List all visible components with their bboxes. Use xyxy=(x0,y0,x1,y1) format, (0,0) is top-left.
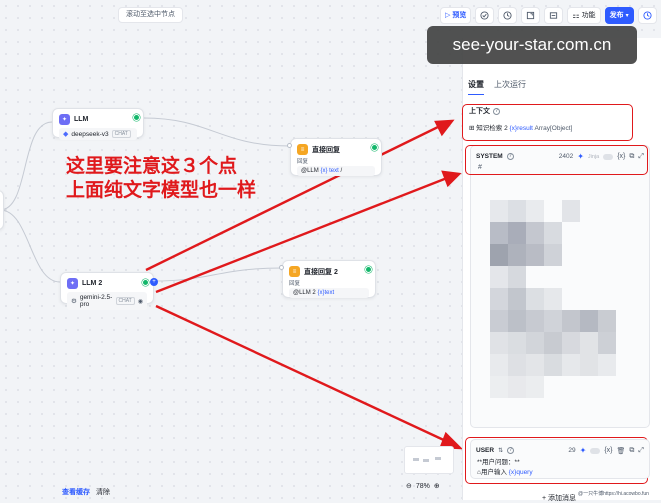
red-annotation-text: 这里要注意这３个点 上面纯文字模型也一样 xyxy=(66,155,257,201)
model-selector[interactable]: ⚙ gemini-2.5-pro CHAT ◉ xyxy=(67,292,147,310)
insert-variable-icon[interactable]: {x} xyxy=(604,447,612,454)
deepseek-icon: ◆ xyxy=(63,131,69,138)
ai-generate-icon[interactable]: ✦ xyxy=(580,446,587,455)
context-title: 上下文 xyxy=(469,108,490,115)
footer-watermark: @一只牛博https://hi.acowbo.fun xyxy=(578,491,649,497)
publish-button[interactable]: 发布 ▾ xyxy=(604,6,634,24)
help-icon[interactable]: ? xyxy=(493,107,500,115)
zoom-in-icon[interactable]: ⊕ xyxy=(434,482,440,490)
system-highlight-box xyxy=(465,145,648,175)
edge-llm2-to-reply2 xyxy=(153,267,283,282)
start-node-partial[interactable] xyxy=(0,190,4,230)
grid-icon: ⚏ xyxy=(572,10,580,20)
edge-llm-to-reply1 xyxy=(143,117,291,147)
minimap-nodes xyxy=(413,457,441,462)
tab-last-run[interactable]: 上次运行 xyxy=(494,79,526,95)
version-history-button[interactable] xyxy=(637,6,657,24)
reply-icon: ≡ xyxy=(289,266,300,277)
context-variable[interactable]: ⊞ 知识检索 2 {x}result Array[Object] xyxy=(469,122,632,132)
reply-output-value: @LLM {x} text / xyxy=(297,166,375,176)
edge-left-to-llm2 xyxy=(0,209,61,283)
chat-mode-tag: CHAT xyxy=(111,130,131,138)
chat-mode-tag: CHAT xyxy=(115,297,135,305)
arrow-to-user xyxy=(155,304,449,444)
reply2-node[interactable]: ≡ 直接回复 2 回复 @LLM 2 {x}text xyxy=(282,260,376,298)
user-prompt-card[interactable]: USER ⇅ ? 29 ✦ {x} 🗑 ⧉ ⤢ **用户问题：** ⌂用户输入 … xyxy=(470,439,650,479)
llm-icon: ✦ xyxy=(67,278,78,289)
jinja-toggle[interactable] xyxy=(590,447,601,454)
success-status-icon xyxy=(371,144,378,151)
minimap[interactable] xyxy=(404,446,454,474)
copy-icon[interactable]: ⧉ xyxy=(629,447,634,455)
node-input-port[interactable] xyxy=(287,143,292,148)
success-status-icon xyxy=(142,279,149,286)
panel-tabs: 设置 上次运行 xyxy=(468,79,526,95)
env-button[interactable] xyxy=(544,6,564,24)
history-button[interactable] xyxy=(498,6,518,24)
zoom-out-icon[interactable]: ⊖ xyxy=(406,482,412,490)
scroll-to-selected-node-button[interactable]: 滚动至选中节点 xyxy=(118,7,183,23)
add-next-node-icon[interactable]: + xyxy=(150,278,158,286)
reply-output-value: @LLM 2 {x}text xyxy=(289,288,369,298)
clock-icon xyxy=(643,10,652,20)
edge-left-to-llm xyxy=(0,121,53,211)
zoom-controls: ⊖ 78% ⊕ xyxy=(406,482,440,491)
checklist-button[interactable] xyxy=(475,6,495,24)
checklist-icon xyxy=(480,10,489,20)
knowledge-icon: ⊞ xyxy=(469,125,475,132)
user-role-selector[interactable]: USER xyxy=(476,447,494,454)
play-icon: ▷ xyxy=(445,12,451,19)
success-status-icon xyxy=(133,114,140,121)
delete-icon[interactable]: 🗑 xyxy=(617,447,626,455)
clear-button[interactable]: 清除 xyxy=(96,487,110,497)
gemini-icon: ⚙ xyxy=(71,298,77,305)
context-section: 上下文 ? ⊞ 知识检索 2 {x}result Array[Object] xyxy=(469,106,632,142)
help-icon[interactable]: ? xyxy=(507,447,515,454)
node-title: 直接回复 xyxy=(312,146,340,154)
model-selector[interactable]: ◆ deepseek-v3 CHAT xyxy=(59,128,137,140)
token-count: 29 xyxy=(568,447,576,454)
add-message-button[interactable]: + 添加消息 xyxy=(542,493,576,503)
success-status-icon xyxy=(365,266,372,273)
env-icon xyxy=(550,11,558,19)
features-button[interactable]: ⚏ 功能 xyxy=(567,6,601,24)
zoom-level[interactable]: 78% xyxy=(416,483,430,490)
export-icon xyxy=(527,11,535,19)
llm-icon: ✦ xyxy=(59,114,70,125)
reply-output-label: 回复 xyxy=(289,281,301,287)
eye-icon: ◉ xyxy=(137,298,143,305)
preview-button[interactable]: ▷ 预览 xyxy=(440,6,472,24)
top-toolbar: ▷ 预览 ⚏ 功能 发布 ▾ xyxy=(440,6,657,24)
llm2-node[interactable]: ✦ LLM 2 ⚙ gemini-2.5-pro CHAT ◉ xyxy=(60,272,154,310)
node-input-port[interactable] xyxy=(279,265,284,270)
reply-icon: ≡ xyxy=(297,144,308,155)
node-title: LLM 2 xyxy=(82,280,103,287)
user-prompt-text[interactable]: **用户问题：** ⌂用户输入 {x}query xyxy=(471,458,649,478)
swap-icon[interactable]: ⇅ xyxy=(498,447,503,454)
reply-node[interactable]: ≡ 直接回复 回复 @LLM {x} text / xyxy=(290,138,382,176)
expand-icon[interactable]: ⤢ xyxy=(638,447,644,455)
node-title: LLM xyxy=(74,116,89,123)
tab-settings[interactable]: 设置 xyxy=(468,79,484,95)
reply-output-label: 回复 xyxy=(297,159,309,165)
chevron-down-icon: ▾ xyxy=(625,12,629,19)
view-cache-button[interactable]: 查看缓存 xyxy=(62,487,90,497)
watermark-banner: see-your-star.com.cn xyxy=(427,26,637,64)
export-button[interactable] xyxy=(521,6,541,24)
node-title: 直接回复 2 xyxy=(304,268,338,276)
llm-node[interactable]: ✦ LLM ◆ deepseek-v3 CHAT xyxy=(52,108,144,140)
history-icon xyxy=(503,10,512,20)
